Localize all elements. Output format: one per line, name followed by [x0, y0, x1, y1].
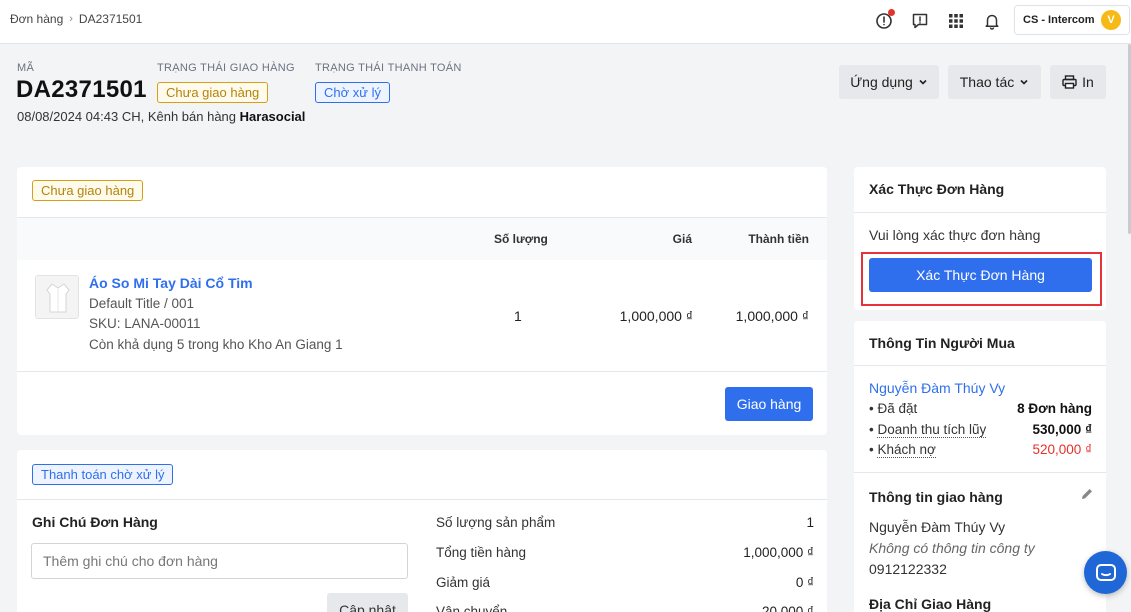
avatar: V [1101, 10, 1121, 30]
divider [854, 365, 1106, 366]
stat-value: 530,000 ₫ [1032, 422, 1092, 437]
table-header [17, 218, 827, 260]
divider [17, 371, 827, 372]
account-label: CS - Intercom [1023, 14, 1095, 26]
buyer-card: Thông Tin Người Mua Nguyễn Đàm Thúy Vy •… [854, 321, 1106, 612]
order-code: DA2371501 [16, 76, 147, 103]
divider [854, 472, 1106, 473]
col-total-header: Thành tiền [748, 232, 809, 246]
payment-card: Thanh toán chờ xử lý Ghi Chú Đơn Hàng Cậ… [17, 450, 827, 612]
stat-label: Doanh thu tích lũy [877, 422, 987, 438]
fulfillment-card: Chưa giao hàng Số lượng Giá Thành tiền Á… [17, 167, 827, 435]
item-total: 1,000,000 ₫ [735, 308, 809, 324]
summary-value: 1 [806, 515, 814, 530]
shipping-address-title: Địa Chỉ Giao Hàng [869, 596, 992, 612]
product-stock: Còn khả dụng 5 trong kho Kho An Giang 1 [89, 337, 343, 352]
order-code-label: MÃ [17, 62, 35, 74]
shipping-status-badge: Chưa giao hàng [157, 82, 269, 103]
feedback-icon[interactable] [909, 10, 931, 32]
order-note-input[interactable] [31, 543, 408, 579]
item-quantity: 1 [514, 308, 522, 324]
breadcrumb-current: DA2371501 [78, 12, 143, 26]
print-button[interactable]: In [1050, 65, 1106, 99]
summary-label: Tổng tiền hàng [436, 545, 527, 560]
highlight-box [861, 252, 1102, 306]
actions-dropdown-button[interactable]: Thao tác [948, 65, 1041, 99]
top-bar: Đơn hàng › DA2371501 CS - Intercom V [0, 0, 1131, 44]
chat-button[interactable] [1084, 551, 1127, 594]
verify-text: Vui lòng xác thực đơn hàng [869, 227, 1041, 243]
payment-status-badge: Chờ xử lý [315, 82, 390, 103]
fulfillment-status-badge: Chưa giao hàng [32, 180, 144, 201]
summary-value: 1,000,000 ₫ [743, 545, 814, 560]
stat-label: Khách nợ [877, 442, 936, 458]
pencil-icon[interactable] [1080, 487, 1094, 501]
bell-icon[interactable] [981, 10, 1003, 32]
printer-icon [1062, 75, 1077, 89]
breadcrumb-parent[interactable]: Đơn hàng [10, 12, 63, 26]
update-note-button[interactable]: Cập nhật [327, 593, 408, 612]
stat-value: 520,000 ₫ [1032, 442, 1092, 457]
buyer-title: Thông Tin Người Mua [869, 335, 1015, 351]
payment-status-label: TRẠNG THÁI THANH TOÁN [315, 62, 462, 74]
shipping-status-label: TRẠNG THÁI GIAO HÀNG [157, 62, 295, 74]
notification-dot [888, 9, 895, 16]
apps-dropdown-label: Ứng dụng [850, 74, 913, 90]
product-name-link[interactable]: Áo So Mi Tay Dài Cổ Tim [89, 275, 253, 291]
product-thumbnail [35, 275, 79, 319]
shipping-info-title: Thông tin giao hàng [869, 489, 1003, 505]
chevron-down-icon [919, 79, 927, 85]
order-channel: Harasocial [239, 109, 306, 124]
shipping-name: Nguyễn Đàm Thúy Vy [869, 519, 1006, 535]
order-meta: 08/08/2024 04:43 CH, Kênh bán hàng Haras… [17, 109, 305, 124]
col-price-header: Giá [672, 232, 692, 246]
chat-icon [1095, 563, 1116, 581]
verify-title: Xác Thực Đơn Hàng [869, 181, 1005, 197]
ship-button[interactable]: Giao hàng [725, 387, 813, 421]
buyer-stat-orders: • Đã đặt 8 Đơn hàng [869, 401, 1092, 416]
apps-grid-icon[interactable] [945, 10, 967, 32]
item-price: 1,000,000 ₫ [619, 308, 693, 324]
order-note-title: Ghi Chú Đơn Hàng [32, 514, 158, 530]
summary-label: Số lượng sản phẩm [436, 515, 556, 530]
print-label: In [1082, 74, 1094, 90]
buyer-stat-revenue: • Doanh thu tích lũy 530,000 ₫ [869, 422, 1092, 438]
summary-value: 0 ₫ [795, 575, 814, 590]
buyer-name-link[interactable]: Nguyễn Đàm Thúy Vy [869, 380, 1005, 396]
account-switcher[interactable]: CS - Intercom V [1014, 5, 1130, 35]
support-icon[interactable] [873, 9, 895, 32]
product-variant: Default Title / 001 [89, 296, 195, 311]
actions-dropdown-label: Thao tác [959, 74, 1015, 90]
stat-label: Đã đặt [877, 401, 918, 416]
payment-pending-badge: Thanh toán chờ xử lý [32, 464, 174, 485]
order-datetime: 08/08/2024 04:43 CH, Kênh bán hàng [17, 109, 237, 124]
shipping-company: Không có thông tin công ty [869, 540, 1035, 556]
stat-value: 8 Đơn hàng [1017, 401, 1092, 416]
breadcrumb: Đơn hàng › DA2371501 [10, 12, 142, 26]
product-sku: SKU: LANA-00011 [89, 316, 201, 331]
col-quantity-header: Số lượng [494, 232, 548, 246]
divider [17, 499, 827, 500]
chevron-right-icon: › [69, 13, 73, 25]
buyer-stat-debt: • Khách nợ 520,000 ₫ [869, 442, 1092, 458]
chevron-down-icon [1020, 79, 1028, 85]
summary-value: 20,000 ₫ [762, 604, 814, 612]
divider [854, 212, 1106, 213]
apps-dropdown-button[interactable]: Ứng dụng [839, 65, 939, 99]
shipping-phone: 0912122332 [869, 561, 947, 577]
summary-label: Giảm giá [436, 575, 491, 590]
summary-label: Vận chuyển [436, 604, 508, 612]
